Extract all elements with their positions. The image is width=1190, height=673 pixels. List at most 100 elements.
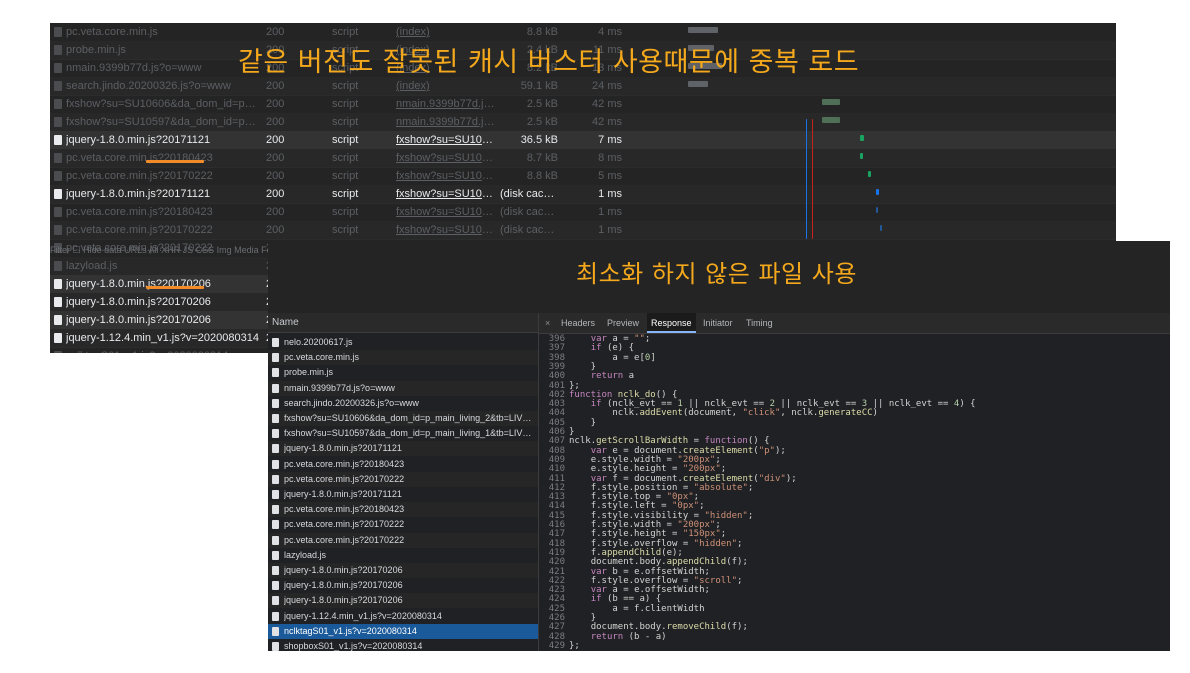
list-item[interactable]: probe.min.js xyxy=(268,365,538,380)
caption-duplicate-load: 같은 버전도 잘못된 캐시 버스터 사용때문에 중복 로드 xyxy=(238,47,860,78)
list-item[interactable]: pc.veta.core.min.js?20180423 xyxy=(268,502,538,518)
file-icon xyxy=(272,596,279,606)
cell-size: 2.5 kB xyxy=(526,116,558,128)
file-icon xyxy=(54,153,62,163)
table-row[interactable]: pc.veta.core.min.js?20180423 200 script fxs… xyxy=(50,149,1116,168)
file-icon xyxy=(54,297,62,307)
cell-time: 42 ms xyxy=(592,116,622,128)
cell-initiator[interactable]: fxshow?su=SU105… xyxy=(396,203,496,221)
tab-preview[interactable]: Preview xyxy=(607,313,639,333)
caption-unminified: 최소화 하지 않은 파일 사용 xyxy=(576,260,857,288)
close-icon[interactable]: × xyxy=(545,313,550,333)
cell-initiator[interactable]: fxshow?su=SU106… xyxy=(396,167,496,185)
cell-name: jquery-1.8.0.min.js?20170206 xyxy=(66,314,211,326)
file-name: jquery-1.12.4.min_v1.js?v=2020080314 xyxy=(284,610,442,621)
list-item[interactable]: jquery-1.8.0.min.js?20170206 xyxy=(268,563,538,578)
cell-status: 200 xyxy=(266,170,285,182)
list-item[interactable]: jquery-1.8.0.min.js?20171121 xyxy=(268,487,538,502)
tab-initiator[interactable]: Initiator xyxy=(703,313,733,333)
table-row[interactable]: pc.veta.core.min.js?20170222 200 script fxs… xyxy=(50,221,1116,240)
cell-initiator[interactable]: fxshow?su=SU105… xyxy=(396,149,496,167)
table-row[interactable]: fxshow?su=SU10606&da_dom_id=p_m… 200 scrip… xyxy=(50,95,1116,114)
tab-headers[interactable]: Headers xyxy=(561,313,595,333)
code-line: 429}; xyxy=(539,640,1170,651)
cell-initiator[interactable]: fxshow?su=SU106… xyxy=(396,221,496,239)
list-item[interactable]: search.jindo.20200326.js?o=www xyxy=(268,396,538,411)
file-icon xyxy=(272,535,279,545)
list-item[interactable]: nclktagS01_v1.js?v=2020080314 xyxy=(268,623,538,639)
list-item[interactable]: nmain.9399b77d.js?o=www xyxy=(268,380,538,396)
file-name: jquery-1.8.0.min.js?20170206 xyxy=(284,580,403,591)
cell-size: 2.5 kB xyxy=(526,98,558,110)
name-column-header[interactable]: Name xyxy=(268,313,538,333)
file-name: fxshow?su=SU10606&da_dom_id=p_main_livin… xyxy=(284,413,534,423)
table-row[interactable]: jquery-1.8.0.min.js?20171121 200 script fxs… xyxy=(50,131,1116,150)
list-item[interactable]: fxshow?su=SU10606&da_dom_id=p_main_livin… xyxy=(268,411,538,426)
cell-type: script xyxy=(332,170,359,182)
waterfall-bar xyxy=(876,189,879,195)
table-row[interactable]: fxshow?su=SU10597&da_dom_id=p_m… 200 scrip… xyxy=(50,113,1116,132)
cell-initiator[interactable]: (index) xyxy=(396,23,496,41)
cell-type: script xyxy=(332,80,359,92)
list-item[interactable]: pc.veta.core.min.js?20170222 xyxy=(268,532,538,548)
file-icon xyxy=(272,414,279,423)
file-icon xyxy=(54,351,62,353)
cell-initiator[interactable]: nmain.9399b77d.js… xyxy=(396,95,496,113)
list-item[interactable]: pc.veta.core.min.js?20170222 xyxy=(268,517,538,532)
cell-name: pc.veta.core.min.js?20170222 xyxy=(66,170,213,182)
cell-size: (disk cache) xyxy=(500,188,558,200)
list-item[interactable]: pc.veta.core.min.js?20170222 xyxy=(268,471,538,487)
file-icon xyxy=(272,505,279,515)
file-icon xyxy=(54,117,62,127)
file-icon xyxy=(54,27,62,37)
file-icon xyxy=(272,490,279,499)
tab-response[interactable]: Response xyxy=(647,313,696,333)
list-item[interactable]: pc.veta.core.min.js xyxy=(268,350,538,366)
cell-initiator[interactable]: nmain.9399b77d.js… xyxy=(396,113,496,131)
cell-name: jquery-1.12.4.min_v1.js?v=2020080314 xyxy=(66,332,259,344)
cell-size: 59.1 kB xyxy=(520,80,558,92)
highlight-underline-20170206 xyxy=(146,286,204,289)
list-item[interactable]: jquery-1.8.0.min.js?20171121 xyxy=(268,441,538,457)
file-name: probe.min.js xyxy=(284,367,334,378)
list-item[interactable]: jquery-1.8.0.min.js?20170206 xyxy=(268,593,538,609)
table-row[interactable]: search.jindo.20200326.js?o=www 200 script (… xyxy=(50,77,1116,96)
cell-name: nmain.9399b77d.js?o=www xyxy=(66,62,202,74)
line-number: 429 xyxy=(548,640,565,651)
response-code-view[interactable]: 396 var a = ""; 397 if (e) {398 a = e[0] 3… xyxy=(539,333,1170,651)
cell-name: jquery-1.8.0.min.js?20170206 xyxy=(66,296,211,308)
file-icon xyxy=(54,171,62,181)
cell-size: 8.7 kB xyxy=(526,152,558,164)
code-line: 400 return a xyxy=(539,371,1170,381)
file-icon xyxy=(54,225,62,235)
list-item[interactable]: nelo.20200617.js xyxy=(268,335,538,350)
file-icon xyxy=(54,99,62,109)
cell-size: (disk cache) xyxy=(500,206,558,218)
file-icon xyxy=(272,474,279,484)
highlight-underline-20171121 xyxy=(146,160,204,163)
list-item[interactable]: jquery-1.8.0.min.js?20170206 xyxy=(268,578,538,593)
file-icon xyxy=(272,581,279,591)
file-icon xyxy=(54,45,62,55)
cell-name: search.jindo.20200326.js?o=www xyxy=(66,80,231,92)
waterfall-bar xyxy=(822,99,840,105)
list-item[interactable]: jquery-1.12.4.min_v1.js?v=2020080314 xyxy=(268,609,538,624)
list-item[interactable]: shopboxS01_v1.js?v=2020080314 xyxy=(268,639,538,651)
table-row[interactable]: pc.veta.core.min.js?20180423 200 script fxs… xyxy=(50,203,1116,222)
list-item[interactable]: lazyload.js xyxy=(268,548,538,563)
file-icon xyxy=(54,315,62,325)
cell-initiator[interactable]: fxshow?su=SU105… xyxy=(396,131,496,149)
list-item[interactable]: pc.veta.core.min.js?20180423 xyxy=(268,457,538,472)
devtools-panel-bottom: Name nelo.20200617.js pc.veta.core.min.js… xyxy=(268,241,1170,651)
cell-initiator[interactable]: (index) xyxy=(396,77,496,95)
list-item[interactable]: fxshow?su=SU10597&da_dom_id=p_main_livin… xyxy=(268,426,538,441)
tab-timing[interactable]: Timing xyxy=(746,313,773,333)
cell-time: 1 ms xyxy=(598,188,622,200)
timeline-marker-line xyxy=(812,119,813,239)
waterfall-bar xyxy=(860,135,864,141)
cell-initiator[interactable]: fxshow?su=SU106… xyxy=(396,185,496,203)
table-row[interactable]: jquery-1.8.0.min.js?20171121 200 script fxs… xyxy=(50,185,1116,204)
code-line: 405 } xyxy=(539,418,1170,428)
cell-type: script xyxy=(332,206,359,218)
table-row[interactable]: pc.veta.core.min.js?20170222 200 script fxs… xyxy=(50,167,1116,186)
